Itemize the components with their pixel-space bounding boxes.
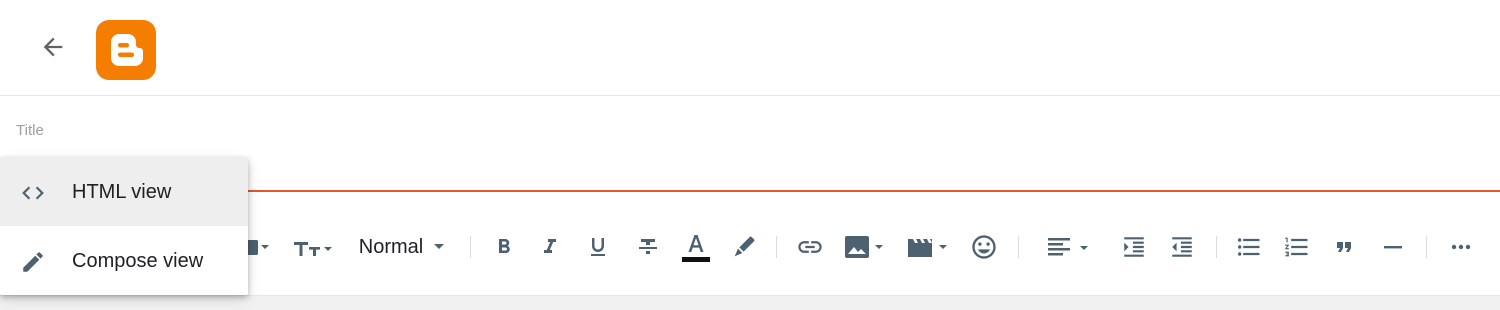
compose-view-option[interactable]: Compose view bbox=[0, 227, 248, 295]
compose-view-label: Compose view bbox=[72, 249, 204, 272]
post-editor: Title Normal bbox=[0, 0, 1500, 310]
insert-image-button[interactable] bbox=[842, 226, 888, 268]
html-view-option[interactable]: HTML view bbox=[0, 158, 248, 226]
font-size-icon bbox=[291, 235, 335, 259]
paragraph-style-dropdown[interactable]: Normal bbox=[350, 226, 454, 268]
view-mode-menu: HTML view Compose view bbox=[0, 158, 248, 295]
arrow-left-icon bbox=[39, 33, 67, 66]
strikethrough-icon bbox=[636, 235, 660, 259]
link-icon bbox=[796, 233, 824, 261]
bold-button[interactable] bbox=[486, 226, 522, 268]
back-button[interactable] bbox=[32, 28, 74, 70]
numbered-list-icon bbox=[1283, 233, 1311, 261]
outdent-button[interactable] bbox=[1164, 226, 1200, 268]
html-view-label: HTML view bbox=[72, 180, 172, 203]
indent-button[interactable] bbox=[1116, 226, 1152, 268]
video-icon bbox=[904, 233, 952, 261]
strikethrough-button[interactable] bbox=[630, 226, 666, 268]
more-icon bbox=[1449, 235, 1473, 259]
outdent-icon bbox=[1169, 234, 1195, 260]
numbered-list-button[interactable] bbox=[1278, 226, 1316, 268]
bulleted-list-icon bbox=[1235, 233, 1263, 261]
paragraph-style-label: Normal bbox=[358, 235, 424, 258]
horizontal-rule-icon bbox=[1381, 235, 1405, 259]
highlight-button[interactable] bbox=[724, 226, 764, 268]
toolbar-divider bbox=[1426, 236, 1427, 258]
text-color-icon bbox=[680, 231, 712, 263]
indent-icon bbox=[1121, 234, 1147, 260]
align-button[interactable] bbox=[1040, 226, 1094, 268]
title-label: Title bbox=[16, 122, 44, 139]
toolbar-divider bbox=[470, 236, 471, 258]
italic-icon bbox=[538, 235, 562, 259]
image-icon bbox=[842, 233, 888, 261]
pencil-icon bbox=[20, 249, 46, 275]
link-button[interactable] bbox=[790, 226, 830, 268]
editor-body-edge bbox=[0, 295, 1500, 310]
highlight-icon bbox=[730, 233, 758, 261]
top-bar bbox=[0, 0, 1500, 96]
font-size-button[interactable] bbox=[290, 226, 336, 268]
underline-button[interactable] bbox=[580, 226, 616, 268]
toolbar-divider bbox=[776, 236, 777, 258]
chevron-down-icon bbox=[433, 243, 445, 251]
toolbar-divider bbox=[1018, 236, 1019, 258]
text-color-button[interactable] bbox=[676, 226, 716, 268]
insert-video-button[interactable] bbox=[904, 226, 952, 268]
quote-icon bbox=[1332, 235, 1356, 259]
emoji-button[interactable] bbox=[964, 226, 1004, 268]
underline-icon bbox=[586, 235, 610, 259]
emoji-icon bbox=[970, 233, 998, 261]
toolbar-divider bbox=[1216, 236, 1217, 258]
italic-button[interactable] bbox=[532, 226, 568, 268]
align-icon bbox=[1042, 233, 1092, 261]
blogger-logo-icon[interactable] bbox=[96, 20, 156, 80]
more-button[interactable] bbox=[1442, 226, 1480, 268]
code-icon bbox=[20, 180, 46, 206]
quote-button[interactable] bbox=[1326, 226, 1362, 268]
bulleted-list-button[interactable] bbox=[1230, 226, 1268, 268]
horizontal-rule-button[interactable] bbox=[1374, 226, 1412, 268]
bold-icon bbox=[492, 235, 516, 259]
